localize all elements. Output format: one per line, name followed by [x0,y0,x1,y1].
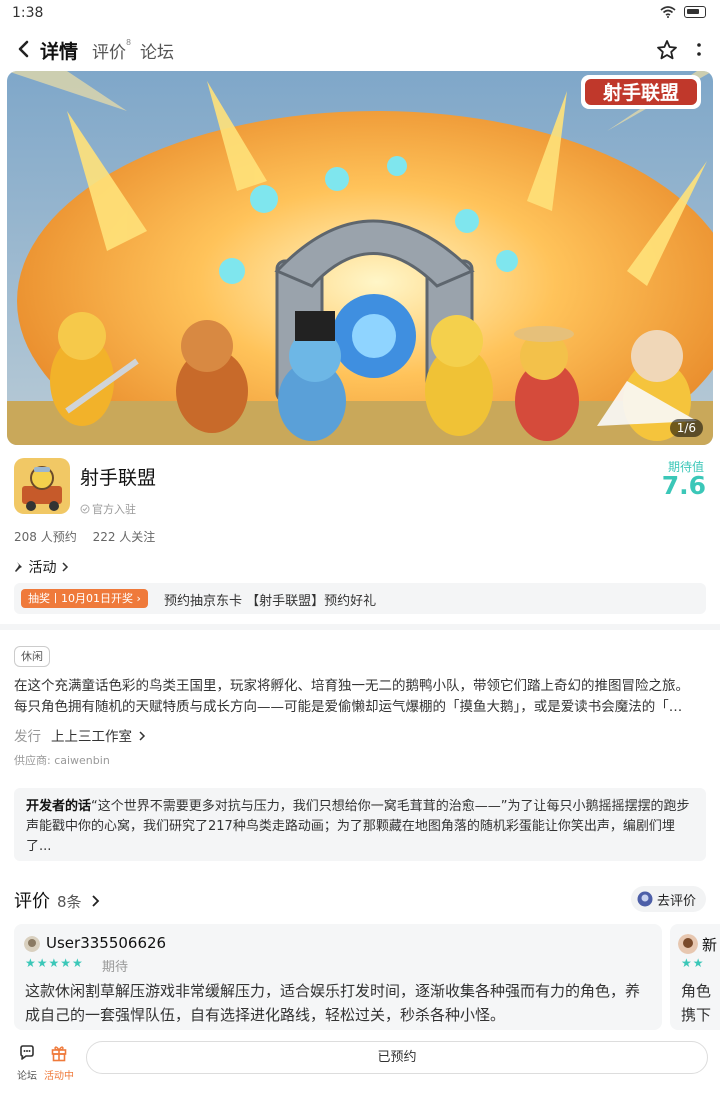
expectation-score: 7.6 [661,471,706,500]
reservation-count: 208 人预约 [14,530,77,544]
description-line: 在这个充满童话色彩的鸟类王国里，玩家将孵化、培育独一无二的鹅鸭小队，带领它们踏上… [14,678,689,694]
official-label: 官方入驻 [92,503,136,516]
promo-banner[interactable]: 抽奖丨10月01日开奖 › 预约抽京东卡 【射手联盟】预约好礼 [14,583,706,614]
review-card[interactable]: 新 ★★ 角色携下来, [670,924,720,1030]
promo-tag-label: 抽奖丨10月01日开奖 [28,592,133,605]
official-badge: 官方入驻 [80,501,136,517]
developer-note[interactable]: 开发者的话“这个世界不需要更多对抗与压力，我们只想给你一窝毛茸茸的治愈——”为了… [14,788,706,861]
status-time: 1:38 [12,5,44,21]
developer-note-label: 开发者的话 [26,799,92,814]
write-review-label: 去评价 [656,893,696,909]
game-stats: 208 人预约 222 人关注 [14,528,167,545]
reviews-count: 8条 [57,893,82,911]
more-options-icon[interactable] [696,40,702,60]
user-avatar-icon [637,891,653,907]
genre-tag[interactable]: 休闲 [14,646,50,667]
screenshot-carousel[interactable]: 射手联盟 1/6 [7,71,713,445]
status-icons [660,6,706,18]
section-divider [0,624,720,630]
review-stars: ★★ [681,956,705,970]
reviewer-name: 新 [702,936,718,954]
review-card[interactable]: User335506626 ★★★★★ 期待 这款休闲割草解压游戏非常缓解压力，… [14,924,662,1030]
banner-logo-text: 射手联盟 [602,81,679,104]
reviewer-name: User335506626 [46,934,167,952]
review-text: 这款休闲割草解压游戏非常缓解压力，适合娱乐打发时间，逐渐收集各种强而有力的角色，… [25,982,641,1024]
game-app-icon [14,458,70,514]
favorite-star-icon[interactable] [656,39,678,61]
chevron-right-icon [92,895,100,907]
reviews-title: 评价 [14,891,50,912]
forum-label: 论坛 [17,1071,37,1082]
review-tag: 期待 [102,960,129,975]
follower-count: 222 人关注 [92,530,156,544]
publisher-label: 发行 [14,729,41,745]
reviewer-avatar [678,934,698,954]
gift-icon [51,1046,67,1062]
description-line: 每只角色拥有随机的天赋特质与成长方向——可能是爱偷懒却运气爆棚的「摸鱼大鹅」，或… [14,699,683,715]
forum-button[interactable]: 论坛 [12,1044,42,1082]
bottom-bar: 论坛 活动中 已预约 [0,1034,720,1096]
reviews-count-link[interactable]: 8条 [57,891,100,912]
events-label: 活动中 [44,1071,74,1082]
tab-reviews-label: 评价 [92,43,126,63]
chevron-right-icon [62,562,68,572]
promo-text: 预约抽京东卡 【射手联盟】预约好礼 [164,594,377,609]
top-nav: 详情 评价8 论坛 [0,30,720,70]
publisher-name: 上上三工作室 [51,729,132,745]
review-text: 角色携下来, [681,982,712,1024]
pin-icon [15,562,22,572]
tab-reviews-badge: 8 [126,38,132,48]
tab-detail-label: 详情 [40,41,79,63]
activity-label: 活动 [28,560,57,576]
forum-icon [20,1045,34,1060]
reviewer-avatar [24,936,40,952]
carousel-counter: 1/6 [669,419,703,437]
tab-forum-label: 论坛 [140,43,174,63]
tab-detail[interactable]: 详情 [38,37,81,64]
supplier-info: 供应商: caiwenbin [14,754,110,767]
review-stars: ★★★★★ [25,956,84,970]
tab-forum[interactable]: 论坛 [140,38,174,63]
events-button[interactable]: 活动中 [44,1044,74,1082]
developer-note-text: “这个世界不需要更多对抗与压力，我们只想给你一窝毛茸茸的治愈——”为了让每只小鹅… [26,799,690,854]
verified-icon [80,504,90,514]
tab-reviews[interactable]: 评价8 [92,38,131,63]
banner-artwork: 射手联盟 [7,71,713,445]
chevron-right-icon [139,731,146,741]
wifi-icon [660,6,676,18]
activity-link[interactable]: 活动 [14,557,69,577]
back-arrow-icon[interactable] [14,38,34,60]
game-description[interactable]: 在这个充满童话色彩的鸟类王国里，玩家将孵化、培育独一无二的鹅鸭小队，带领它们踏上… [14,676,706,718]
battery-icon [684,6,706,18]
publisher-row[interactable]: 发行 上上三工作室 [14,725,146,745]
promo-tag: 抽奖丨10月01日开奖 › [21,589,148,608]
reserved-button[interactable]: 已预约 [86,1041,708,1074]
status-bar: 1:38 [0,0,720,28]
game-title: 射手联盟 [80,467,157,489]
game-detail-page: 1:38 详情 评价8 论坛 射手联盟 1/6 射手联盟 官方入驻 期待值 7.… [0,0,720,1096]
write-review-button[interactable]: 去评价 [630,886,706,912]
